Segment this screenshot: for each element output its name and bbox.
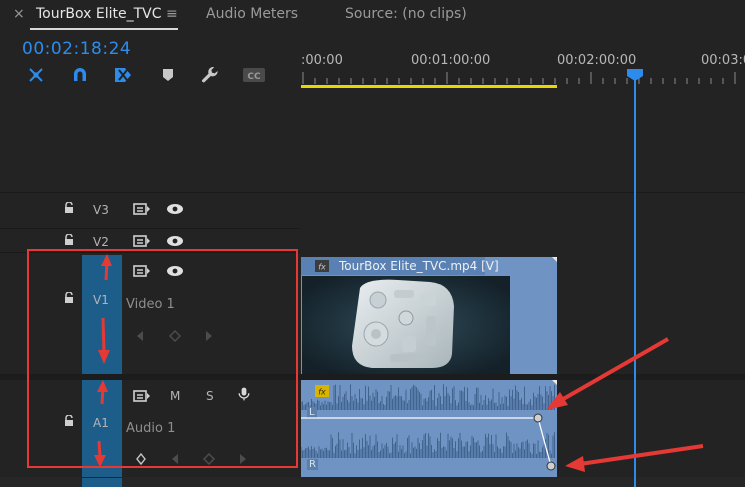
snap-icon[interactable] [25,64,47,86]
close-tab-icon[interactable]: × [13,6,25,22]
keyframe-point[interactable] [546,461,556,471]
keyframe-point[interactable] [533,413,543,423]
lock-icon[interactable] [64,234,74,245]
eye-icon[interactable] [165,201,185,217]
marker-icon[interactable] [157,64,179,86]
wrench-icon[interactable] [199,64,221,86]
clip-end-marker [552,257,557,262]
track-divider [0,228,300,229]
tab-sequence[interactable]: TourBox Elite_TVC [36,6,161,22]
track-label-v2[interactable]: V2 [93,235,109,249]
device-image [302,276,510,374]
captions-label: CC [247,72,261,82]
track-target-a2[interactable] [82,478,122,487]
volume-rubber-band[interactable] [301,380,571,480]
fx-badge-text: fx [318,263,326,272]
linked-selection-icon[interactable] [112,64,134,86]
video-clip-name: TourBox Elite_TVC.mp4 [V] [339,259,499,273]
playhead-timecode[interactable]: 00:02:18:24 [22,39,131,59]
ruler-label: :00:00 [301,53,343,68]
ruler-label: 00:02:00:00 [557,53,637,68]
track-label-v3[interactable]: V3 [93,203,109,217]
active-tab-indicator [30,28,178,30]
playhead-handle[interactable] [627,69,643,81]
work-area-bar[interactable] [301,85,557,88]
tab-source[interactable]: Source: (no clips) [345,6,467,22]
panel-tab-bar: × TourBox Elite_TVC ≡ Audio Meters Sourc… [0,0,745,30]
annotation-highlight-box [27,249,298,468]
sync-lock-icon[interactable] [132,233,152,249]
eye-icon[interactable] [165,233,185,249]
video-clip-header: fx TourBox Elite_TVC.mp4 [V] [301,257,499,275]
captions-icon[interactable]: CC [241,64,267,86]
playhead-line[interactable] [634,78,636,487]
ruler-label: 00:03:0 [701,53,745,68]
panel-menu-icon[interactable]: ≡ [166,6,178,22]
ruler-label: 00:01:00:00 [411,53,491,68]
magnet-icon[interactable] [69,64,91,86]
tab-audio-meters[interactable]: Audio Meters [206,6,298,22]
lock-icon[interactable] [64,202,74,213]
ruler-ticks [302,72,736,84]
video-thumbnail [302,276,510,374]
sync-lock-icon[interactable] [132,201,152,217]
fx-badge-icon[interactable]: fx [315,260,329,272]
